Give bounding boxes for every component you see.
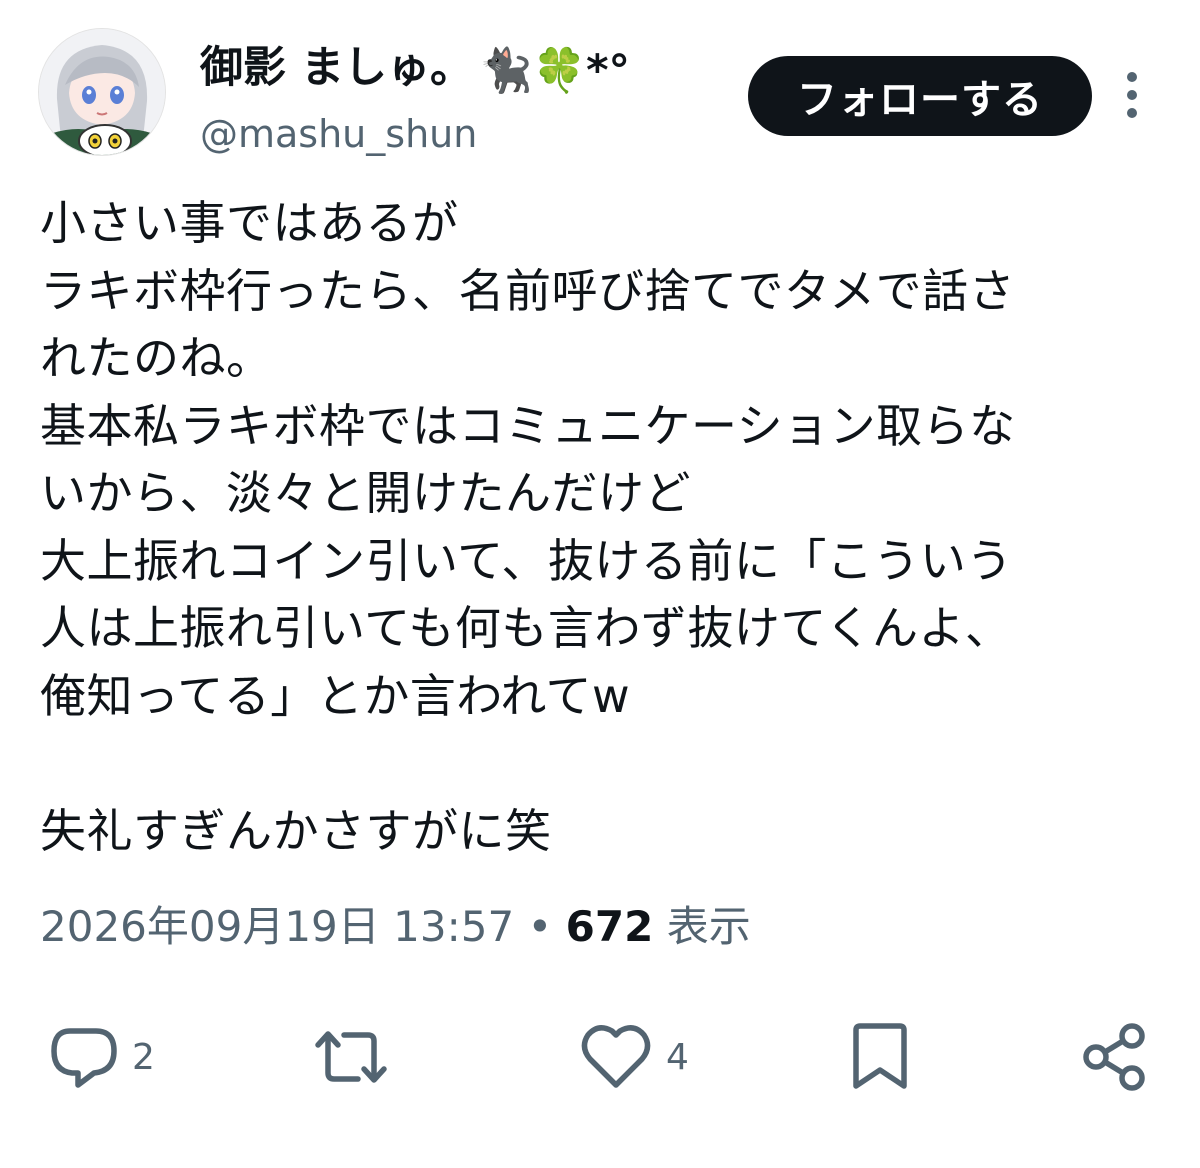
tweet-line: れたのね。 [40,331,273,385]
reply-button[interactable]: 2 [48,1022,155,1092]
meta-separator: • [527,902,553,951]
heart-icon [581,1025,651,1088]
tweet-line: いから、淡々と開けたんだけど [40,466,691,520]
like-button[interactable]: 4 [578,1022,689,1092]
tweet-line [40,730,1170,798]
tweet-text: 小さい事ではあるがラキボ枠行ったら、名前呼び捨てでタメで話さ れたのね。基本私ラキ… [40,190,1170,865]
more-vertical-icon[interactable] [1124,72,1140,128]
avatar-illustration [39,29,165,155]
reply-count: 2 [132,1036,155,1078]
action-bar: 2 4 [0,1010,1200,1100]
views-label: 表示 [666,902,751,951]
bookmark-button[interactable] [850,1022,910,1092]
display-name-text: 御影 ましゅ。 [200,43,473,93]
timestamp[interactable]: 2026年09月19日 13:57 [40,902,514,951]
retweet-icon [315,1031,387,1083]
bookmark-icon [853,1023,907,1089]
tweet-meta: 2026年09月19日 13:57 • 672 表示 [40,897,751,957]
follow-button[interactable]: フォローする [748,56,1092,136]
display-name-emoji: 🐈‍⬛🍀*° [478,45,631,96]
like-count: 4 [666,1036,689,1078]
tweet-line: 俺知ってる」とか言われてw [40,668,631,723]
tweet-card: 御影 ましゅ。 🐈‍⬛🍀*° @mashu_shun フォローする 小さい事ではあ… [0,0,1200,1168]
views-count[interactable]: 672 [566,902,654,951]
display-name[interactable]: 御影 ましゅ。 🐈‍⬛🍀*° [200,38,630,101]
tweet-line: 人は上振れ引いても何も言わず抜けてくんよ、 [40,601,1012,655]
avatar[interactable] [38,28,166,156]
share-button[interactable] [1080,1022,1148,1092]
tweet-line: 小さい事ではあるが [40,196,459,250]
tweet-header: 御影 ましゅ。 🐈‍⬛🍀*° @mashu_shun フォローする [38,28,1168,163]
tweet-line: 失礼すぎんかさすがに笑 [40,803,552,858]
user-names: 御影 ましゅ。 🐈‍⬛🍀*° @mashu_shun [200,38,630,159]
tweet-line: ラキボ枠行ったら、名前呼び捨てでタメで話さ [40,263,1016,318]
reply-icon [51,1028,117,1088]
share-icon [1083,1023,1145,1091]
tweet-line: 大上振れコイン引いて、抜ける前に「こういう [40,533,1013,588]
retweet-button[interactable] [312,1022,402,1092]
user-handle[interactable]: @mashu_shun [200,109,630,159]
tweet-line: 基本私ラキボ枠ではコミュニケーション取らな [40,398,1016,453]
